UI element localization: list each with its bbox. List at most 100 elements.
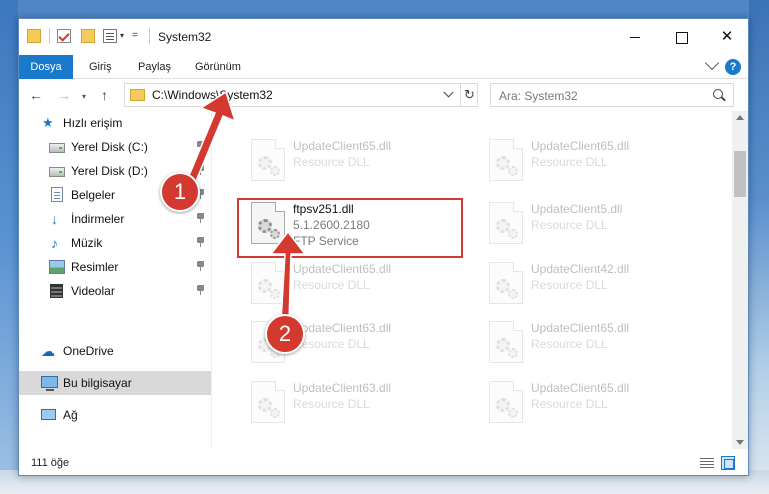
- file-description: Resource DLL: [531, 337, 608, 351]
- properties-check-icon[interactable]: [57, 29, 71, 43]
- pin-icon[interactable]: [197, 213, 204, 223]
- videos-icon: [50, 284, 63, 298]
- desktop-background-left: [0, 0, 18, 494]
- dll-file-icon: [251, 381, 285, 423]
- file-tile[interactable]: UpdateClient65.dll Resource DLL: [483, 375, 719, 431]
- file-tile[interactable]: UpdateClient42.dll Resource DLL: [483, 256, 719, 312]
- back-button[interactable]: ←: [29, 86, 43, 104]
- file-explorer-window: ▾ = System32 ✕ Dosya Giriş Paylaş Görünü…: [18, 18, 749, 476]
- sidebar-item-label: Müzik: [71, 236, 103, 250]
- status-bar: 111 öğe: [19, 449, 748, 475]
- maximize-button[interactable]: [658, 19, 704, 55]
- address-bar[interactable]: C:\Windows\System32 ↻: [124, 83, 478, 107]
- tab-file[interactable]: Dosya: [19, 55, 73, 79]
- pin-icon[interactable]: [197, 285, 204, 295]
- file-name: UpdateClient5.dll: [531, 202, 623, 216]
- dll-file-icon: [251, 262, 285, 304]
- file-description: Resource DLL: [531, 218, 608, 232]
- up-button[interactable]: ↑: [101, 86, 108, 104]
- help-icon[interactable]: ?: [725, 59, 741, 75]
- tab-view[interactable]: Görünüm: [195, 55, 241, 79]
- customize-toolbar-icon[interactable]: =: [132, 30, 138, 41]
- new-folder-icon[interactable]: [81, 29, 95, 43]
- dll-file-icon: [489, 202, 523, 244]
- highlight-box: [237, 198, 463, 258]
- folder-icon: [27, 29, 41, 43]
- toolbar-divider: [149, 28, 150, 44]
- sidebar-item-pictures[interactable]: Resimler: [19, 255, 211, 279]
- chevron-down-icon[interactable]: [443, 87, 454, 98]
- sidebar-item-onedrive[interactable]: ☁ OneDrive: [19, 339, 211, 363]
- refresh-button[interactable]: ↻: [460, 84, 478, 106]
- search-box[interactable]: Ara: System32: [490, 83, 734, 107]
- pictures-icon: [49, 260, 65, 274]
- file-description: Resource DLL: [531, 155, 608, 169]
- file-name: UpdateClient65.dll: [531, 381, 630, 395]
- scroll-up-icon[interactable]: [736, 115, 744, 120]
- recent-locations-button[interactable]: ▾: [82, 88, 86, 106]
- sidebar-item-label: Videolar: [71, 284, 115, 298]
- file-name: UpdateClient65.dll: [531, 139, 630, 153]
- tab-home[interactable]: Giriş: [89, 55, 112, 79]
- desktop-background-right: [749, 0, 769, 494]
- file-name: UpdateClient63.dll: [293, 381, 392, 395]
- details-view-icon[interactable]: [700, 457, 714, 469]
- large-icons-view-icon[interactable]: [721, 456, 735, 470]
- network-icon: [41, 409, 56, 420]
- music-icon: ♪: [51, 235, 58, 251]
- pin-icon[interactable]: [197, 165, 204, 175]
- sidebar-item-quick-access[interactable]: ★ Hızlı erişim: [19, 111, 211, 135]
- step-2-badge: 2: [265, 314, 305, 354]
- sidebar-item-label: OneDrive: [63, 344, 114, 358]
- file-tile[interactable]: UpdateClient5.dll Resource DLL: [483, 196, 719, 252]
- file-list: UpdateClient65.dll Resource DLL UpdateCl…: [212, 111, 732, 449]
- download-icon: ↓: [51, 211, 58, 227]
- file-tile[interactable]: UpdateClient63.dll Resource DLL: [245, 375, 481, 431]
- sidebar-item-network[interactable]: Ağ: [19, 403, 211, 427]
- sidebar-item-local-disk-c[interactable]: Yerel Disk (C:): [19, 135, 211, 159]
- sidebar-item-label: Bu bilgisayar: [63, 376, 132, 390]
- pin-icon[interactable]: [197, 261, 204, 271]
- forward-button[interactable]: →: [57, 86, 71, 104]
- item-count: 111 öğe: [31, 457, 70, 469]
- title-bar: ▾ = System32 ✕: [19, 19, 748, 55]
- sidebar-item-label: Ağ: [63, 408, 78, 422]
- file-name: UpdateClient42.dll: [531, 262, 630, 276]
- chevron-down-icon[interactable]: ▾: [120, 32, 124, 40]
- vertical-scrollbar[interactable]: [732, 111, 748, 449]
- expand-ribbon-icon[interactable]: [704, 55, 720, 71]
- sidebar-item-this-pc[interactable]: Bu bilgisayar: [19, 371, 211, 395]
- file-tile[interactable]: UpdateClient65.dll Resource DLL: [483, 133, 719, 189]
- dll-file-icon: [489, 262, 523, 304]
- scrollbar-thumb[interactable]: [734, 151, 746, 197]
- sidebar-item-videos[interactable]: Videolar: [19, 279, 211, 303]
- file-tile[interactable]: UpdateClient65.dll Resource DLL: [483, 315, 719, 371]
- sidebar-item-label: Yerel Disk (D:): [71, 164, 148, 178]
- navigation-pane: ★ Hızlı erişim Yerel Disk (C:) Yerel Dis…: [19, 111, 212, 449]
- tab-share[interactable]: Paylaş: [138, 55, 171, 79]
- file-description: Resource DLL: [293, 397, 370, 411]
- minimize-button[interactable]: [612, 19, 658, 55]
- drive-icon: [49, 167, 65, 177]
- scroll-down-icon[interactable]: [736, 440, 744, 445]
- file-description: Resource DLL: [531, 397, 608, 411]
- sidebar-item-label: Hızlı erişim: [63, 116, 123, 130]
- file-description: Resource DLL: [531, 278, 608, 292]
- file-tile[interactable]: UpdateClient65.dll Resource DLL: [245, 256, 481, 312]
- close-button[interactable]: ✕: [704, 19, 748, 55]
- file-name: UpdateClient65.dll: [293, 139, 392, 153]
- file-description: Resource DLL: [293, 155, 370, 169]
- search-input[interactable]: Ara: System32: [499, 89, 578, 103]
- address-path[interactable]: C:\Windows\System32: [152, 88, 273, 102]
- sidebar-item-label: Resimler: [71, 260, 119, 274]
- star-icon: ★: [42, 115, 54, 130]
- onedrive-icon: ☁: [41, 343, 55, 359]
- sidebar-item-label: İndirmeler: [71, 212, 125, 226]
- search-icon[interactable]: [713, 89, 723, 99]
- pin-icon[interactable]: [197, 141, 204, 151]
- sidebar-item-music[interactable]: ♪ Müzik: [19, 231, 211, 255]
- rename-icon[interactable]: [103, 29, 117, 43]
- pin-icon[interactable]: [197, 237, 204, 247]
- file-tile[interactable]: UpdateClient65.dll Resource DLL: [245, 133, 481, 189]
- file-name: UpdateClient63.dll: [293, 321, 392, 335]
